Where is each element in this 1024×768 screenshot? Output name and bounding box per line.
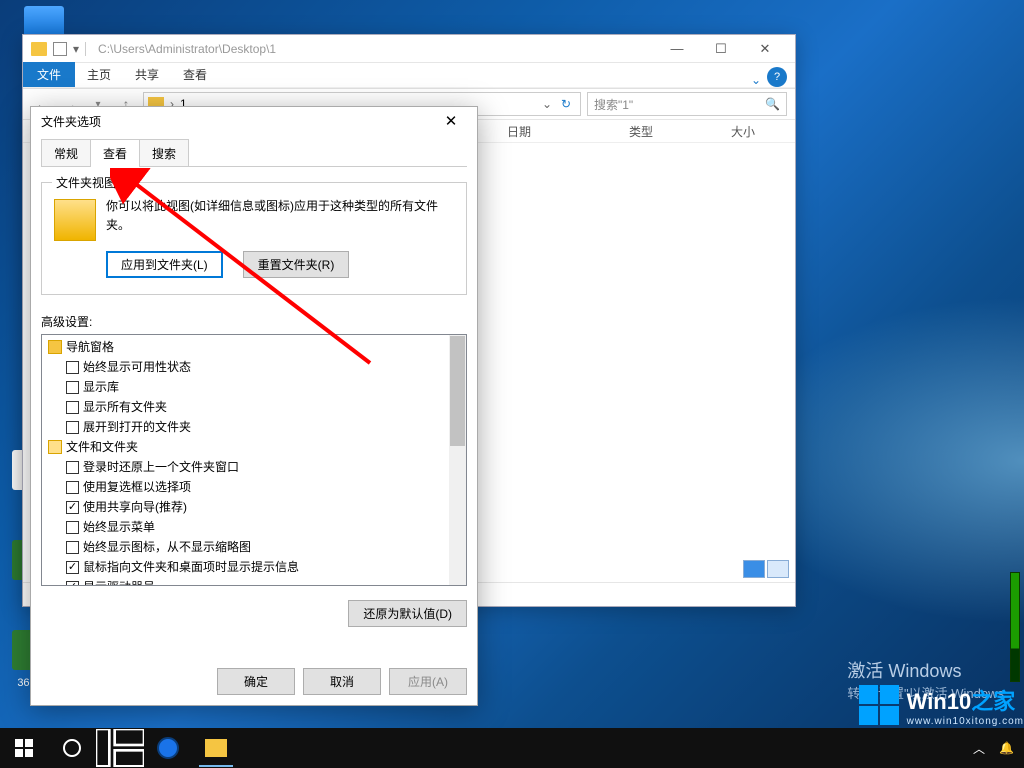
address-drop-icon[interactable]: ⌄ — [538, 97, 556, 111]
folder-views-text: 你可以将此视图(如详细信息或图标)应用于这种类型的所有文件夹。 — [106, 197, 454, 241]
tree-checkbox-item[interactable]: 鼠标指向文件夹和桌面项时显示提示信息 — [48, 557, 462, 577]
details-view-button[interactable] — [743, 560, 765, 578]
tab-search[interactable]: 搜索 — [139, 139, 189, 167]
ribbon-tab-file[interactable]: 文件 — [23, 62, 75, 87]
apply-button[interactable]: 应用(A) — [389, 668, 467, 695]
close-button[interactable]: ✕ — [743, 35, 787, 63]
search-icon[interactable]: 🔍 — [765, 97, 780, 111]
tree-checkbox-item[interactable]: 始终显示可用性状态 — [48, 357, 462, 377]
apply-to-folders-button[interactable]: 应用到文件夹(L) — [106, 251, 223, 278]
tree-checkbox-item[interactable]: 显示库 — [48, 377, 462, 397]
tray-chevron-icon[interactable]: ︿ — [973, 740, 985, 757]
tab-general[interactable]: 常规 — [41, 139, 91, 167]
checkbox[interactable] — [66, 501, 79, 514]
ok-button[interactable]: 确定 — [217, 668, 295, 695]
checkbox[interactable] — [66, 521, 79, 534]
ribbon-expand-icon[interactable]: ⌄ — [751, 73, 761, 87]
scrollbar[interactable] — [449, 335, 466, 585]
tree-files-folders[interactable]: 文件和文件夹 — [48, 437, 462, 457]
qat-icon[interactable] — [53, 42, 67, 56]
checkbox[interactable] — [66, 421, 79, 434]
minimize-button[interactable]: — — [655, 35, 699, 63]
tree-checkbox-item[interactable]: 使用复选框以选择项 — [48, 477, 462, 497]
tree-checkbox-item[interactable]: 显示驱动器号 — [48, 577, 462, 586]
icons-view-button[interactable] — [767, 560, 789, 578]
tree-nav-pane[interactable]: 导航窗格 — [48, 337, 462, 357]
col-date[interactable]: 日期 — [493, 123, 545, 140]
checkbox[interactable] — [66, 581, 79, 587]
window-title-path: C:\Users\Administrator\Desktop\1 — [92, 42, 655, 56]
scrollbar-thumb[interactable] — [450, 336, 465, 446]
checkbox[interactable] — [66, 561, 79, 574]
cancel-button[interactable]: 取消 — [303, 668, 381, 695]
edge-button[interactable] — [144, 728, 192, 768]
ribbon-tab-view[interactable]: 查看 — [171, 62, 219, 87]
tree-checkbox-item[interactable]: 显示所有文件夹 — [48, 397, 462, 417]
advanced-label: 高级设置: — [41, 313, 467, 330]
task-view-button[interactable] — [96, 728, 144, 768]
reset-folders-button[interactable]: 重置文件夹(R) — [243, 251, 350, 278]
ribbon-tab-home[interactable]: 主页 — [75, 62, 123, 87]
search-input[interactable]: 搜索"1" 🔍 — [587, 92, 787, 116]
folder-options-dialog: 文件夹选项 ✕ 常规 查看 搜索 文件夹视图 你可以将此视图(如详细信息或图标)… — [30, 106, 478, 706]
audio-meter-icon — [1010, 572, 1020, 682]
advanced-settings-box[interactable]: 导航窗格始终显示可用性状态显示库显示所有文件夹展开到打开的文件夹文件和文件夹登录… — [41, 334, 467, 586]
system-tray[interactable]: ︿ 🔔 — [973, 740, 1024, 757]
explorer-taskbar-button[interactable] — [192, 728, 240, 768]
tray-notifications-icon[interactable]: 🔔 — [999, 741, 1014, 755]
ribbon-tabs: 文件 主页 共享 查看 ⌄ ? — [23, 63, 795, 87]
dialog-close-button[interactable]: ✕ — [435, 107, 467, 135]
tree-checkbox-item[interactable]: 展开到打开的文件夹 — [48, 417, 462, 437]
explorer-titlebar[interactable]: ▾ C:\Users\Administrator\Desktop\1 — ☐ ✕ — [23, 35, 795, 63]
checkbox[interactable] — [66, 361, 79, 374]
tree-checkbox-item[interactable]: 使用共享向导(推荐) — [48, 497, 462, 517]
tree-checkbox-item[interactable]: 始终显示图标，从不显示缩略图 — [48, 537, 462, 557]
refresh-icon[interactable]: ↻ — [556, 97, 576, 111]
tree-checkbox-item[interactable]: 始终显示菜单 — [48, 517, 462, 537]
folder-icon — [48, 440, 62, 454]
tab-view[interactable]: 查看 — [90, 139, 140, 167]
folder-views-group: 文件夹视图 你可以将此视图(如详细信息或图标)应用于这种类型的所有文件夹。 应用… — [41, 182, 467, 295]
dialog-title: 文件夹选项 — [41, 113, 101, 130]
restore-defaults-button[interactable]: 还原为默认值(D) — [348, 600, 467, 627]
checkbox[interactable] — [66, 401, 79, 414]
site-brand: Win10之家 www.win10xitong.com — [859, 682, 1024, 728]
tree-checkbox-item[interactable]: 登录时还原上一个文件夹窗口 — [48, 457, 462, 477]
ribbon-tab-share[interactable]: 共享 — [123, 62, 171, 87]
search-placeholder: 搜索"1" — [594, 96, 633, 113]
checkbox[interactable] — [66, 381, 79, 394]
folder-large-icon — [54, 199, 96, 241]
windows-logo-icon — [859, 685, 899, 725]
col-size[interactable]: 大小 — [717, 123, 769, 140]
help-icon[interactable]: ? — [767, 67, 787, 87]
checkbox[interactable] — [66, 461, 79, 474]
folder-icon — [31, 42, 47, 56]
start-button[interactable] — [0, 728, 48, 768]
nav-pane-icon — [48, 340, 62, 354]
col-type[interactable]: 类型 — [615, 123, 667, 140]
checkbox[interactable] — [66, 541, 79, 554]
checkbox[interactable] — [66, 481, 79, 494]
cortana-button[interactable] — [48, 728, 96, 768]
maximize-button[interactable]: ☐ — [699, 35, 743, 63]
taskbar: ︿ 🔔 — [0, 728, 1024, 768]
group-legend: 文件夹视图 — [52, 174, 120, 191]
desktop: 小 36 360安 ▾ C:\Users\Administrator\Deskt… — [0, 0, 1024, 768]
